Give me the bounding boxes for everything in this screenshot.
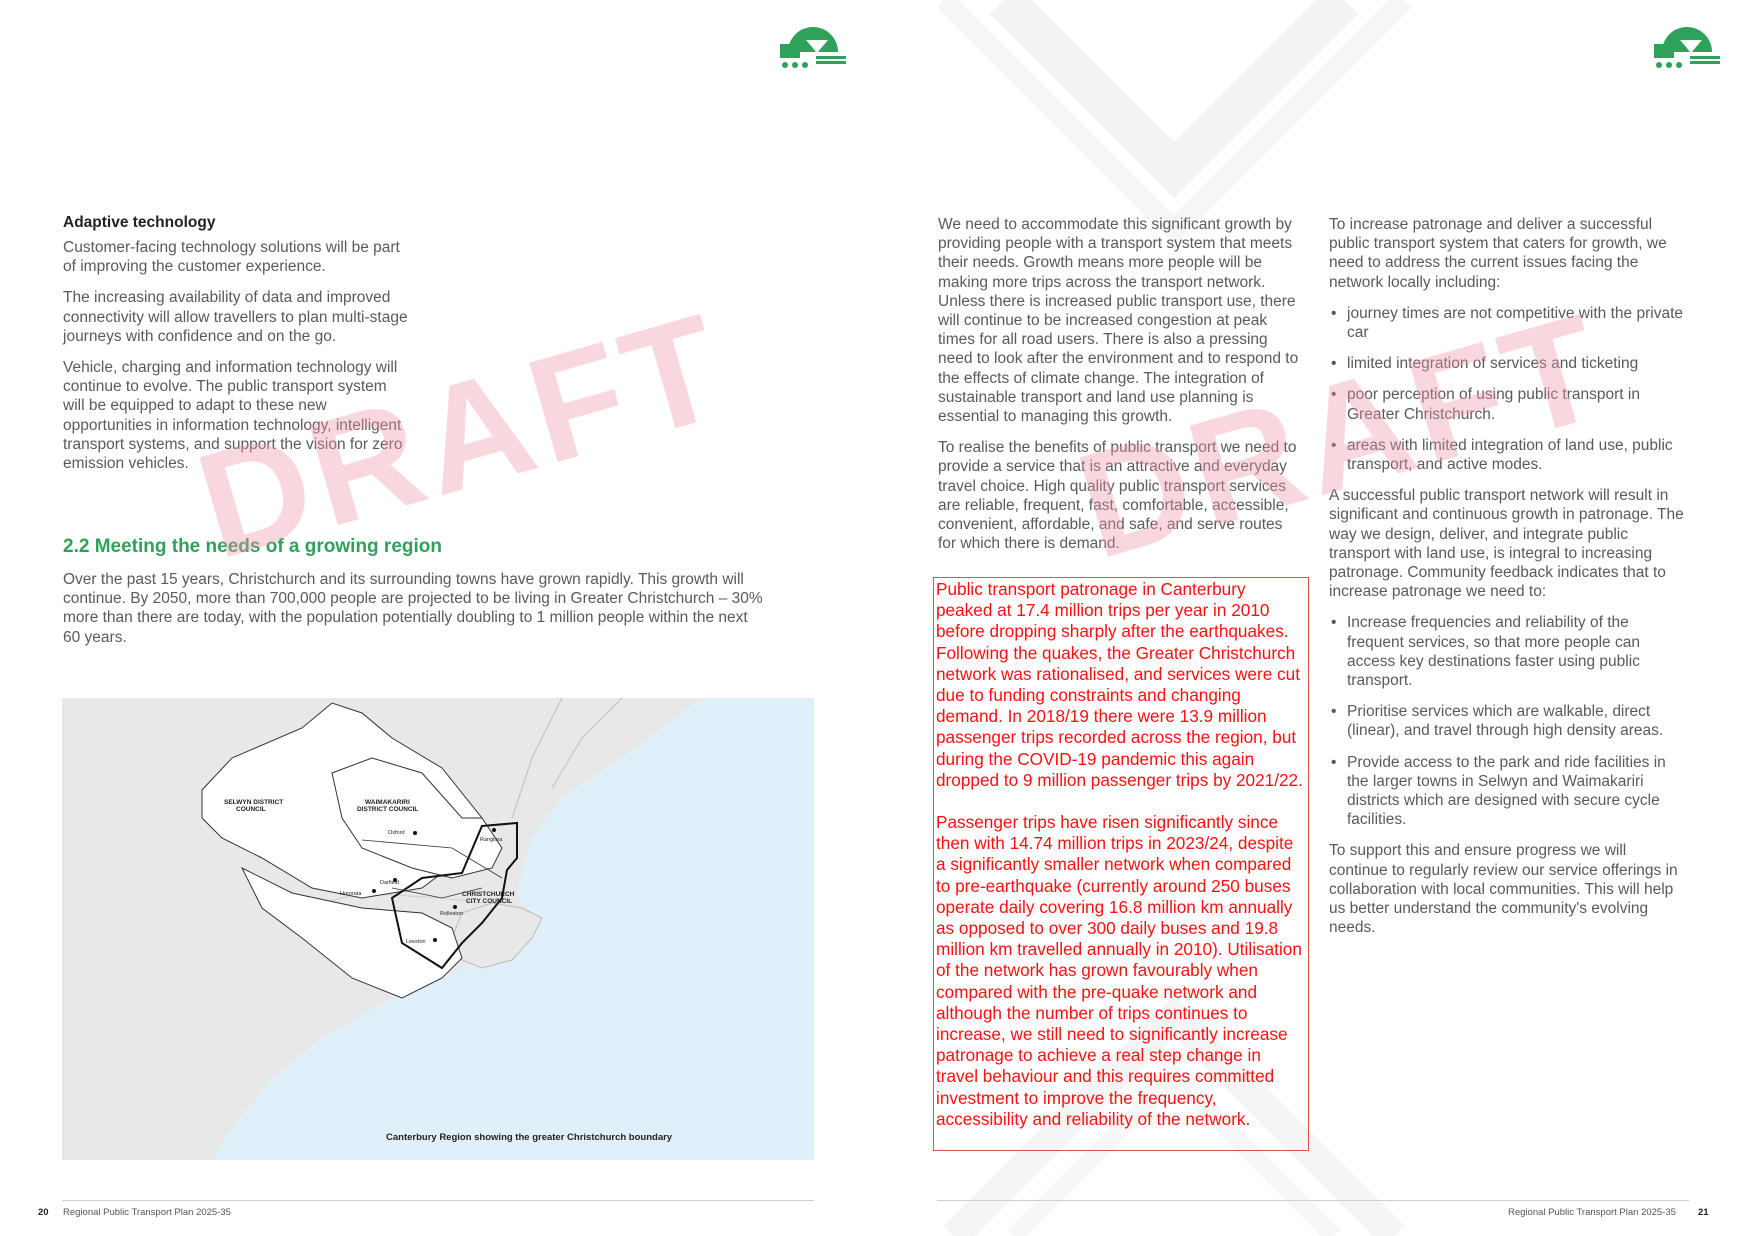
annotation-paragraph: Passenger trips have risen significantly… xyxy=(936,812,1302,1129)
map-caption: Canterbury Region showing the greater Ch… xyxy=(386,1132,673,1143)
canterbury-map: SELWYN DISTRICT COUNCIL WAIMAKARIRI DIST… xyxy=(62,698,814,1160)
page-number: 21 xyxy=(1698,1207,1709,1218)
map-label-oxford: Oxford xyxy=(388,830,405,836)
footer-title: Regional Public Transport Plan 2025-35 xyxy=(1508,1207,1676,1218)
footer-divider xyxy=(62,1200,814,1201)
list-item: Prioritise services which are walkable, … xyxy=(1329,702,1684,740)
needs-list: Increase frequencies and reliability of … xyxy=(1329,613,1684,829)
patronage-annotation-box: Public transport patronage in Canterbury… xyxy=(933,577,1309,1151)
paragraph: The increasing availability of data and … xyxy=(63,289,408,345)
adaptive-technology-heading: Adaptive technology xyxy=(63,214,216,231)
map-label-christchurch: CITY COUNCIL xyxy=(466,898,512,905)
annotation-paragraph: Public transport patronage in Canterbury… xyxy=(936,579,1303,790)
map-label-rangiora: Rangiora xyxy=(480,837,503,843)
map-label-waimakariri: WAIMAKARIRI xyxy=(365,799,410,806)
footer-title: Regional Public Transport Plan 2025-35 xyxy=(63,1207,231,1218)
page-number: 20 xyxy=(38,1207,49,1218)
map-label-waimakariri: DISTRICT COUNCIL xyxy=(357,806,418,813)
paragraph: To support this and ensure progress we w… xyxy=(1329,842,1678,937)
map-label-hororata: Hororata xyxy=(340,891,362,897)
footer-divider xyxy=(937,1200,1689,1201)
map-label-selwyn: SELWYN DISTRICT xyxy=(224,799,283,806)
map-label-selwyn: COUNCIL xyxy=(236,806,266,813)
map-label-christchurch: CHRISTCHURCH xyxy=(462,891,515,898)
list-item: Provide access to the park and ride faci… xyxy=(1329,753,1684,830)
map-label-darfield: Darfield xyxy=(380,880,399,886)
map-label-leeston: Leeston xyxy=(406,939,426,945)
section-intro-text: Over the past 15 years, Christchurch and… xyxy=(63,571,763,646)
paragraph: Customer-facing technology solutions wil… xyxy=(63,239,400,276)
paragraph: To increase patronage and deliver a succ… xyxy=(1329,216,1667,291)
map-label-rolleston: Rolleston xyxy=(440,911,463,917)
map-graphic: SELWYN DISTRICT COUNCIL WAIMAKARIRI DIST… xyxy=(62,698,702,1160)
transport-logo-icon xyxy=(1654,27,1720,68)
list-item: Increase frequencies and reliability of … xyxy=(1329,613,1684,690)
transport-logo-icon xyxy=(780,27,846,68)
